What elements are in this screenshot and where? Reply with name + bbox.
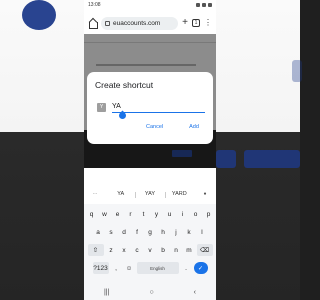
key-f[interactable]: f — [132, 226, 143, 238]
key-l[interactable]: l — [197, 226, 208, 238]
back-icon[interactable]: ‹ — [194, 289, 196, 296]
shortcut-name-input[interactable] — [112, 101, 205, 113]
background-blue-shape — [22, 0, 56, 30]
background-left — [0, 0, 84, 300]
key-row-3: ⇧ z x c v b n m ⌫ — [84, 244, 216, 258]
mic-icon[interactable]: ● — [194, 191, 216, 197]
key-q[interactable]: q — [86, 208, 97, 220]
home-icon[interactable] — [88, 19, 98, 29]
phone-screen: 13:08 euaccounts.com + 1 ⋮ Create shortc… — [84, 0, 216, 300]
wifi-icon — [196, 3, 200, 7]
key-comma[interactable]: , — [111, 262, 122, 274]
key-g[interactable]: g — [145, 226, 156, 238]
suggestion-2[interactable]: YAY — [135, 191, 164, 198]
dialog-actions: Cancel Add — [146, 124, 199, 130]
suggestion-1[interactable]: YA — [106, 191, 135, 197]
recents-icon[interactable]: ||| — [104, 289, 109, 296]
battery-icon — [208, 3, 212, 7]
suggestion-bar: ⋯ YA YAY YARD ● — [84, 184, 216, 204]
key-j[interactable]: j — [171, 226, 182, 238]
key-period[interactable]: . — [181, 262, 192, 274]
dialog-title: Create shortcut — [95, 80, 154, 90]
key-m[interactable]: m — [184, 244, 195, 256]
key-z[interactable]: z — [106, 244, 117, 256]
keyboard: ⋯ YA YAY YARD ● q w e r t y u i o p a s … — [84, 184, 216, 284]
grid-icon[interactable]: ⋯ — [84, 191, 106, 197]
key-v[interactable]: v — [145, 244, 156, 256]
key-y[interactable]: y — [151, 208, 162, 220]
key-d[interactable]: d — [119, 226, 130, 238]
lock-icon[interactable] — [105, 20, 110, 26]
background-shape — [216, 150, 236, 168]
status-icons — [196, 3, 212, 7]
site-favicon-icon: Y — [97, 102, 106, 112]
more-menu-icon[interactable]: ⋮ — [204, 19, 212, 27]
key-k[interactable]: k — [184, 226, 195, 238]
cancel-button[interactable]: Cancel — [146, 124, 163, 130]
key-i[interactable]: i — [177, 208, 188, 220]
key-row-1: q w e r t y u i o p — [84, 208, 216, 222]
key-p[interactable]: p — [203, 208, 214, 220]
key-o[interactable]: o — [190, 208, 201, 220]
key-h[interactable]: h — [158, 226, 169, 238]
home-nav-icon[interactable]: ○ — [149, 289, 153, 296]
symbols-key[interactable]: ?123 — [92, 262, 109, 274]
backspace-icon[interactable]: ⌫ — [196, 244, 213, 256]
key-r[interactable]: r — [125, 208, 136, 220]
check-icon[interactable]: ✓ — [193, 262, 208, 274]
suggestion-3[interactable]: YARD — [164, 191, 194, 198]
key-row-4: ?123 , ☺ English . ✓ — [84, 262, 216, 276]
key-e[interactable]: e — [112, 208, 123, 220]
signal-icon — [202, 3, 206, 7]
status-time: 13:08 — [88, 2, 101, 8]
key-a[interactable]: a — [93, 226, 104, 238]
shift-icon[interactable]: ⇧ — [87, 244, 104, 256]
new-tab-icon[interactable]: + — [182, 18, 188, 28]
space-bar[interactable]: English — [136, 262, 179, 274]
key-s[interactable]: s — [106, 226, 117, 238]
system-nav-bar: ||| ○ ‹ — [84, 284, 216, 300]
key-n[interactable]: n — [171, 244, 182, 256]
key-c[interactable]: c — [132, 244, 143, 256]
key-row-2: a s d f g h j k l — [84, 226, 216, 240]
key-u[interactable]: u — [164, 208, 175, 220]
key-t[interactable]: t — [138, 208, 149, 220]
background-shape — [244, 150, 300, 168]
add-button[interactable]: Add — [189, 124, 199, 130]
emoji-icon[interactable]: ☺ — [124, 262, 135, 274]
status-bar: 13:08 — [84, 0, 216, 10]
tab-switcher-icon[interactable]: 1 — [192, 19, 200, 27]
address-bar[interactable]: euaccounts.com — [101, 16, 179, 30]
key-w[interactable]: w — [99, 208, 110, 220]
url-text: euaccounts.com — [113, 19, 161, 27]
key-x[interactable]: x — [119, 244, 130, 256]
background-shape — [292, 60, 302, 82]
shortcut-name-row: Y — [97, 100, 205, 114]
browser-toolbar: euaccounts.com + 1 ⋮ — [84, 12, 216, 34]
key-b[interactable]: b — [158, 244, 169, 256]
